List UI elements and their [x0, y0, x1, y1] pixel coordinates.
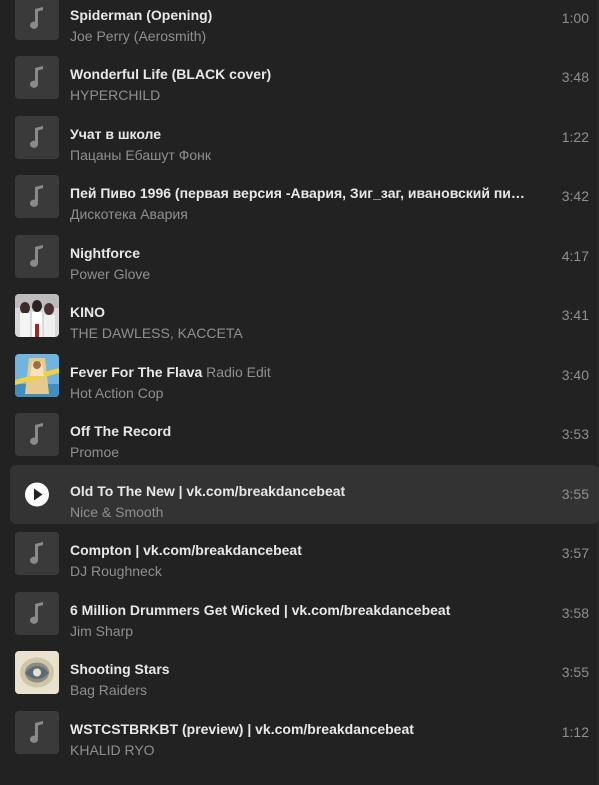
track-row[interactable]: Учат в школе Пацаны Ебашут Фонк 1:22 [0, 108, 599, 168]
track-duration: 3:53 [561, 426, 589, 442]
track-row[interactable]: KINO THE DAWLESS, KACCETA 3:41 [0, 286, 599, 346]
track-title[interactable]: Shooting Stars [70, 661, 170, 677]
track-subtitle: Radio Edit [206, 363, 271, 380]
track-title[interactable]: KINO [70, 304, 105, 320]
track-duration: 1:00 [561, 10, 589, 26]
note-icon[interactable] [15, 0, 59, 40]
track-row[interactable]: WSTCSTBRKBT (preview) | vk.com/breakdanc… [0, 703, 599, 763]
track-artist[interactable]: HYPERCHILD [70, 87, 160, 104]
track-artist[interactable]: Hot Action Cop [70, 385, 163, 402]
track-duration: 3:41 [561, 307, 589, 323]
track-title-line: Off The Record [70, 423, 529, 440]
track-duration: 1:22 [561, 128, 589, 145]
track-duration: 4:17 [561, 247, 589, 264]
track-title[interactable]: Old To The New | vk.com/breakdancebeat [70, 483, 345, 499]
track-title-line: Nightforce [70, 245, 529, 262]
track-title[interactable]: Учат в школе [70, 126, 161, 142]
track-row[interactable]: Fever For The Flava Radio Edit Hot Action… [0, 346, 599, 406]
track-title[interactable]: 6 Million Drummers Get Wicked | vk.com/b… [70, 602, 450, 618]
note-icon[interactable] [15, 413, 59, 456]
album-cover[interactable] [15, 353, 59, 397]
track-duration: 3:57 [561, 545, 589, 561]
track-duration: 3:58 [561, 604, 589, 621]
track-row[interactable]: Compton | vk.com/breakdancebeat DJ Roughn… [0, 524, 599, 584]
note-icon[interactable] [15, 532, 59, 575]
track-row[interactable]: 6 Million Drummers Get Wicked | vk.com/b… [0, 584, 599, 644]
track-title[interactable]: Fever For The Flava [70, 364, 202, 380]
track-artist[interactable]: Jim Sharp [70, 623, 133, 640]
track-artist[interactable]: Дискотека Авария [70, 206, 188, 223]
note-icon[interactable] [15, 175, 59, 218]
note-icon[interactable] [15, 591, 59, 635]
note-icon[interactable] [15, 56, 59, 99]
track-row[interactable]: Off The Record Promoe 3:53 [0, 405, 599, 465]
track-title-line: Fever For The Flava Radio Edit [70, 364, 529, 381]
track-row[interactable]: Shooting Stars Bag Raiders 3:55 [0, 643, 599, 703]
play-button[interactable] [15, 473, 59, 516]
track-title-line: Old To The New | vk.com/breakdancebeat [70, 483, 529, 500]
track-title-line: KINO [70, 304, 529, 321]
track-artist[interactable]: Пацаны Ебашут Фонк [70, 147, 211, 164]
note-icon[interactable] [15, 710, 59, 754]
track-artist[interactable]: THE DAWLESS, KACCETA [70, 325, 243, 342]
track-row[interactable]: Spiderman (Opening) Joe Perry (Aerosmith)… [0, 0, 599, 48]
track-artist[interactable]: KHALID RYO [70, 742, 155, 759]
track-list: Spiderman (Opening) Joe Perry (Aerosmith)… [0, 0, 599, 762]
track-title-line: 6 Million Drummers Get Wicked | vk.com/b… [70, 602, 529, 619]
track-row[interactable]: Old To The New | vk.com/breakdancebeat Ni… [10, 464, 599, 524]
track-row[interactable]: Пей Пиво 1996 (первая версия -Авария, Зи… [0, 167, 599, 227]
track-title[interactable]: Wonderful Life (BLACK cover) [70, 66, 271, 82]
track-row[interactable]: Wonderful Life (BLACK cover) HYPERCHILD 3:… [0, 48, 599, 108]
track-title[interactable]: Compton | vk.com/breakdancebeat [70, 542, 302, 558]
track-artist[interactable]: Promoe [70, 444, 119, 461]
track-row[interactable]: Nightforce Power Glove 4:17 [0, 227, 599, 287]
track-title[interactable]: Nightforce [70, 245, 140, 261]
track-artist[interactable]: Bag Raiders [70, 682, 147, 699]
album-cover[interactable] [15, 294, 59, 337]
track-title-line: Wonderful Life (BLACK cover) [70, 66, 529, 83]
track-title[interactable]: Пей Пиво 1996 (первая версия -Авария, Зи… [70, 185, 529, 201]
track-title-line: Shooting Stars [70, 661, 529, 678]
track-title-line: Compton | vk.com/breakdancebeat [70, 542, 529, 559]
track-duration: 1:12 [561, 723, 589, 740]
note-icon[interactable] [15, 234, 59, 278]
track-title-line: Учат в школе [70, 126, 529, 143]
album-cover[interactable] [15, 651, 59, 694]
track-title-line: Пей Пиво 1996 (первая версия -Авария, Зи… [70, 185, 529, 202]
track-title[interactable]: WSTCSTBRKBT (preview) | vk.com/breakdanc… [70, 721, 414, 737]
track-duration: 3:55 [561, 485, 589, 502]
track-artist[interactable]: Joe Perry (Aerosmith) [70, 28, 206, 45]
track-duration: 3:55 [561, 664, 589, 680]
track-artist[interactable]: DJ Roughneck [70, 563, 162, 580]
track-title[interactable]: Off The Record [70, 423, 171, 439]
track-artist[interactable]: Nice & Smooth [70, 504, 163, 521]
track-duration: 3:40 [561, 366, 589, 383]
track-title-line: WSTCSTBRKBT (preview) | vk.com/breakdanc… [70, 721, 529, 738]
track-title-line: Spiderman (Opening) [70, 7, 529, 24]
track-title[interactable]: Spiderman (Opening) [70, 7, 212, 23]
track-artist[interactable]: Power Glove [70, 266, 150, 283]
note-icon[interactable] [15, 115, 59, 159]
track-duration: 3:42 [561, 188, 589, 204]
track-duration: 3:48 [561, 69, 589, 85]
